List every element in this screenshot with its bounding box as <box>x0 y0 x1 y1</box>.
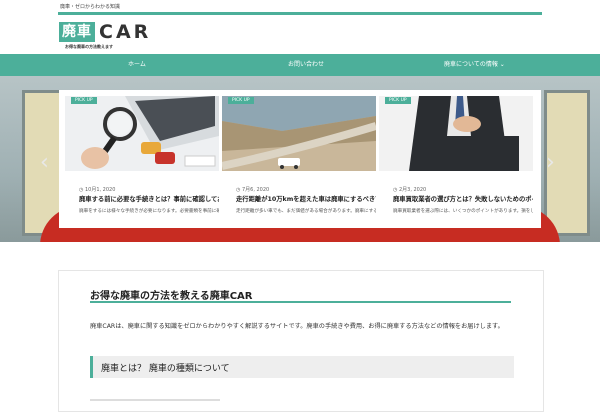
pickup-badge: PICK UP <box>71 97 97 104</box>
card-thumbnail[interactable]: PICK UP <box>65 96 219 171</box>
title-underline <box>90 301 511 303</box>
logo-mark: 廃車 <box>59 22 95 42</box>
site-tagline: 廃車・ゼロからわかる知識 <box>60 4 121 10</box>
slider-prev-icon[interactable]: ‹ <box>40 150 49 175</box>
pickup-badge: PICK UP <box>228 97 254 104</box>
slider-next-icon[interactable]: › <box>546 150 555 175</box>
section-heading-text: 廃車とは？ 廃車の種類について <box>101 364 230 374</box>
businessman-image <box>379 96 533 171</box>
pickup-card[interactable]: PICK UP ◷ 10月1, 2020 廃車する前に必要な手続きとは？事前に確… <box>65 96 219 222</box>
intro-title: お得な廃車の方法を教える廃車CAR <box>90 291 253 302</box>
intro-text: 廃車CARは、廃車に関する知識をゼロからわかりやすく解説するサイトです。廃車の手… <box>90 323 504 330</box>
pickup-card[interactable]: PICK UP ◷ 2月3, 2020 廃車買取業者の選び方とは？失敗しないため… <box>379 96 533 222</box>
card-excerpt: 走行距離が多い車でも、まだ価値がある場合があります。廃車にするかどうかの判断 <box>236 209 376 214</box>
laptop-magnifier-image <box>65 96 219 171</box>
card-title[interactable]: 廃車する前に必要な手続きとは？事前に確認しておくべき書類 <box>79 194 219 203</box>
section-heading: 廃車とは？ 廃車の種類について <box>90 356 514 378</box>
main-nav: ホーム お問い合わせ 廃車についての情報 ⌄ <box>0 54 600 76</box>
card-title[interactable]: 廃車買取業者の選び方とは？失敗しないためのポイント <box>393 194 533 203</box>
divider <box>90 399 220 401</box>
card-date: ◷ 10月1, 2020 <box>79 187 116 193</box>
card-date: ◷ 2月3, 2020 <box>393 187 427 193</box>
card-thumbnail[interactable]: PICK UP <box>222 96 376 171</box>
top-bar: 廃車・ゼロからわかる知識 <box>58 0 542 15</box>
pickup-slider: PICK UP ◷ 10月1, 2020 廃車する前に必要な手続きとは？事前に確… <box>59 90 541 228</box>
nav-item-home[interactable]: ホーム <box>128 54 146 76</box>
pickup-card[interactable]: PICK UP ◷ 7月6, 2020 走行距離が10万kmを超えた車は廃車にす… <box>222 96 376 222</box>
nav-item-info[interactable]: 廃車についての情報 ⌄ <box>444 54 505 76</box>
nav-item-contact[interactable]: お問い合わせ <box>288 54 324 76</box>
card-date: ◷ 7月6, 2020 <box>236 187 270 193</box>
card-excerpt: 廃車をするには様々な手続きが必要になります。必要書類を事前に確認し、スムーズに <box>79 209 219 214</box>
card-title[interactable]: 走行距離が10万kmを超えた車は廃車にするべき？その判断基準 <box>236 194 376 203</box>
pickup-badge: PICK UP <box>385 97 411 104</box>
card-thumbnail[interactable]: PICK UP <box>379 96 533 171</box>
logo-subtitle: お得な廃車の方法教えます <box>65 44 113 49</box>
desert-road-image <box>222 96 376 171</box>
intro-panel: お得な廃車の方法を教える廃車CAR 廃車CARは、廃車に関する知識をゼロからわか… <box>58 270 544 412</box>
card-excerpt: 廃車買取業者を選ぶ際には、いくつかのポイントがあります。損をしないために（続き）… <box>393 209 533 214</box>
logo-text: CAR <box>99 21 152 43</box>
